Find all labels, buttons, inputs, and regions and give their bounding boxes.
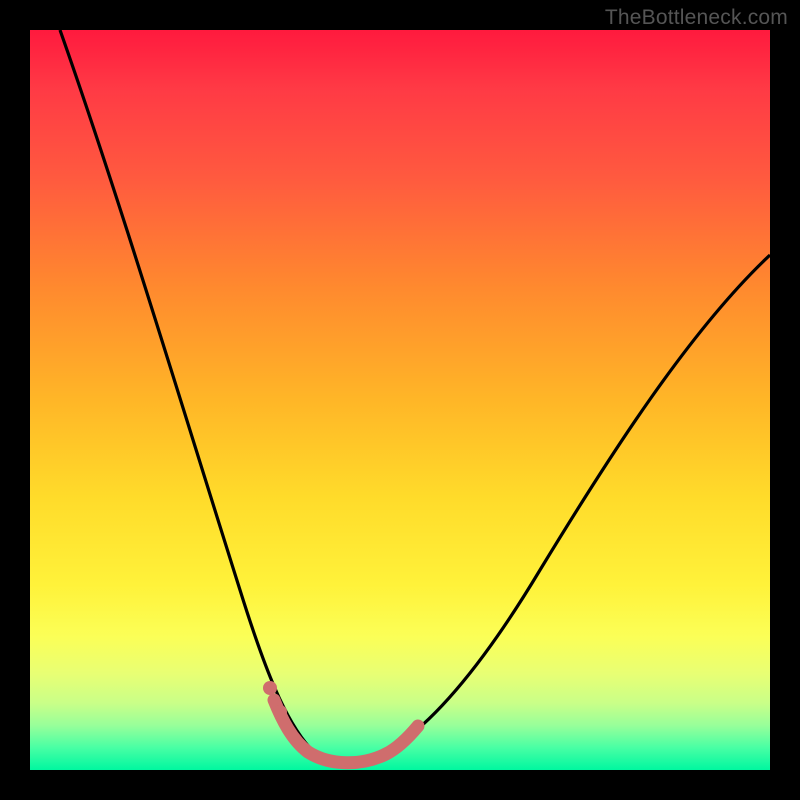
- watermark-text: TheBottleneck.com: [605, 6, 788, 30]
- highlight-dot: [273, 705, 287, 719]
- optimal-highlight: [274, 700, 418, 763]
- bottleneck-curve: [60, 30, 770, 761]
- highlight-dot: [263, 681, 277, 695]
- plot-area: [30, 30, 770, 770]
- chart-frame: TheBottleneck.com: [0, 0, 800, 800]
- chart-svg: [30, 30, 770, 770]
